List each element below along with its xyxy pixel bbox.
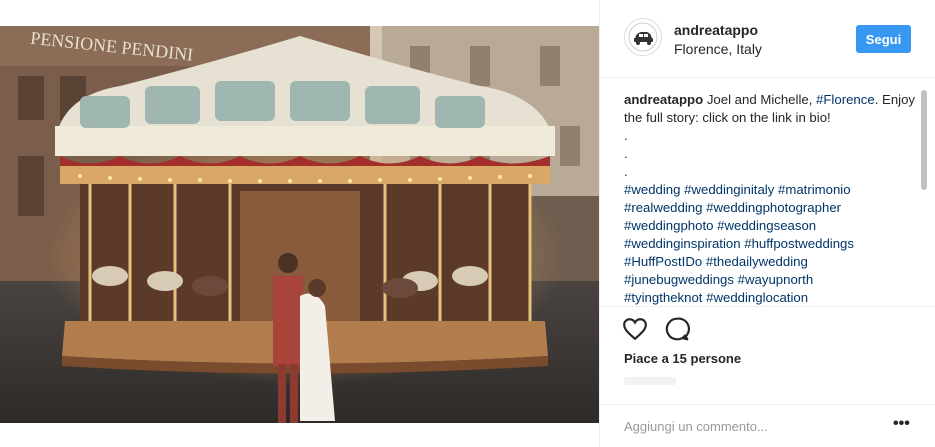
post-timestamp xyxy=(624,377,676,385)
car-logo-icon xyxy=(628,22,658,52)
hashtag[interactable]: #realwedding xyxy=(624,200,702,215)
comment-bubble-icon-svg xyxy=(665,317,690,341)
hashtag[interactable]: #weddinginitaly xyxy=(684,182,774,197)
comment-bar: ••• xyxy=(600,404,935,447)
more-options-icon[interactable]: ••• xyxy=(893,416,910,432)
instagram-post: PENSIONE PENDINI andreatappo Florence, I… xyxy=(0,0,935,447)
hashtag[interactable]: #junebugweddings xyxy=(624,272,734,287)
heart-icon-svg xyxy=(623,318,647,341)
author-location[interactable]: Florence, Italy xyxy=(674,41,762,57)
likes-count[interactable]: Piace a 15 persone xyxy=(624,351,741,366)
hashtag[interactable]: #weddingphotographer xyxy=(706,200,841,215)
caption-username[interactable]: andreatappo xyxy=(624,92,703,107)
hashtag[interactable]: #wedding xyxy=(624,182,680,197)
post-photo[interactable]: PENSIONE PENDINI xyxy=(0,26,599,423)
caption-dot: . xyxy=(624,146,628,161)
hashtag[interactable]: #HuffPostIDo xyxy=(624,254,702,269)
hashtag[interactable]: #weddingphoto xyxy=(624,218,713,233)
location-hashtag[interactable]: #Florence xyxy=(816,92,875,107)
hashtag[interactable]: #thedailywedding xyxy=(706,254,808,269)
post-details-panel: andreatappo Florence, Italy Segui andrea… xyxy=(599,0,935,447)
comment-bubble-icon[interactable] xyxy=(664,316,690,342)
caption-scrollbar[interactable] xyxy=(920,80,928,306)
hashtag[interactable]: #huffpostweddings xyxy=(744,236,854,251)
hashtag[interactable]: #wayupnorth xyxy=(738,272,814,287)
hashtag[interactable]: #weddingseason xyxy=(717,218,816,233)
author-username[interactable]: andreatappo xyxy=(674,22,758,38)
hashtag[interactable]: #tyingtheknot xyxy=(624,290,702,305)
caption-text-before: Joel and Michelle, xyxy=(706,92,817,107)
post-header: andreatappo Florence, Italy Segui xyxy=(600,0,935,78)
actions-divider xyxy=(600,306,935,308)
comment-input[interactable] xyxy=(624,416,864,436)
carousel-photo-illustration: PENSIONE PENDINI xyxy=(0,26,599,423)
caption-dot: . xyxy=(624,128,628,143)
scrollbar-thumb[interactable] xyxy=(921,90,927,190)
hashtag-list: #wedding #weddinginitaly #matrimonio #re… xyxy=(624,181,922,305)
hashtag[interactable]: #matrimonio xyxy=(778,182,851,197)
avatar[interactable] xyxy=(624,18,662,56)
hashtag[interactable]: #weddinginspiration xyxy=(624,236,741,251)
heart-icon[interactable] xyxy=(622,316,648,342)
hashtag[interactable]: #weddinglocation xyxy=(706,290,808,305)
caption-dot: . xyxy=(624,164,628,179)
follow-button[interactable]: Segui xyxy=(856,25,911,53)
caption: andreatappo Joel and Michelle, #Florence… xyxy=(624,91,922,305)
